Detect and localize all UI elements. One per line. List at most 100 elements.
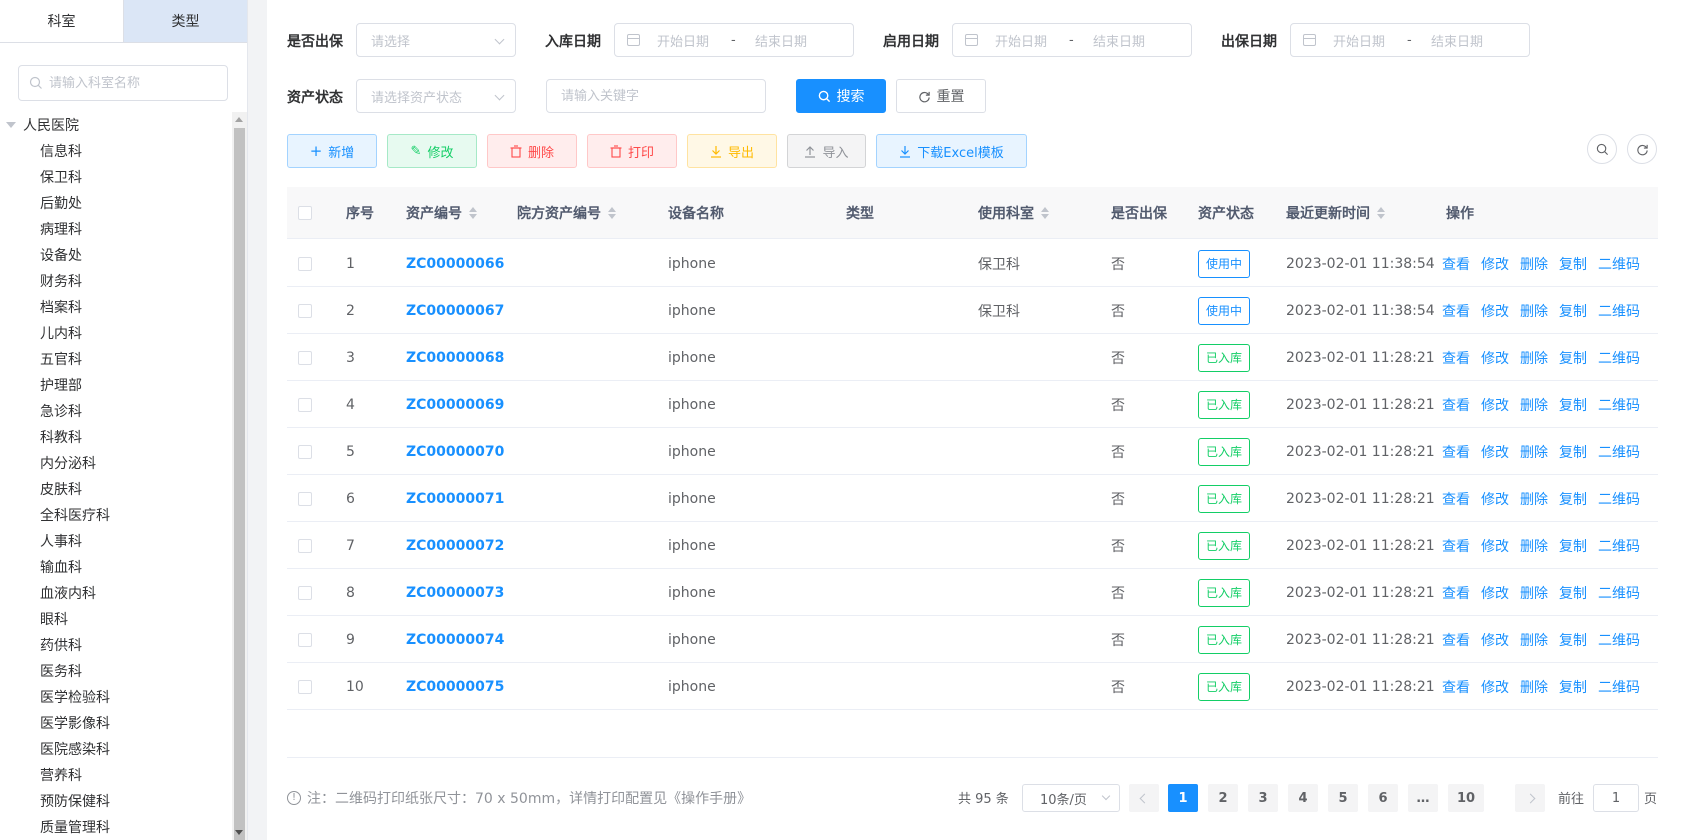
tree-item[interactable]: 人事科 (0, 528, 232, 554)
row-action-link[interactable]: 复制 (1559, 536, 1587, 556)
table-row[interactable]: 3 ZC00000068 iphone 否 已入库 2023-02-01 11:28:21… (287, 334, 1658, 381)
row-checkbox[interactable] (298, 256, 312, 271)
row-action-link[interactable]: 复制 (1559, 677, 1587, 697)
table-row[interactable]: 5 ZC00000070 iphone 否 已入库 2023-02-01 11:28:21… (287, 428, 1658, 475)
tree-item[interactable]: 医学影像科 (0, 710, 232, 736)
tree-item[interactable]: 急诊科 (0, 398, 232, 424)
row-action-link[interactable]: 修改 (1481, 583, 1509, 603)
row-action-link[interactable]: 复制 (1559, 489, 1587, 509)
row-action-link[interactable]: 删除 (1520, 677, 1548, 697)
tree-item[interactable]: 五官科 (0, 346, 232, 372)
search-button[interactable]: 搜索 (796, 79, 886, 113)
tree-item[interactable]: 科教科 (0, 424, 232, 450)
table-row[interactable]: 6 ZC00000071 iphone 否 已入库 2023-02-01 11:28:21… (287, 475, 1658, 522)
row-action-link[interactable]: 查看 (1442, 301, 1470, 321)
print-button[interactable]: 打印 (587, 134, 677, 168)
row-action-link[interactable]: 复制 (1559, 348, 1587, 368)
row-checkbox[interactable] (298, 632, 312, 647)
header-hospital-code[interactable]: 院方资产编号 (517, 187, 616, 239)
tree-item[interactable]: 全科医疗科 (0, 502, 232, 528)
sort-icon[interactable] (469, 207, 477, 219)
tree-item[interactable]: 病理科 (0, 216, 232, 242)
prev-page-button[interactable] (1129, 784, 1159, 812)
row-action-link[interactable]: 查看 (1442, 489, 1470, 509)
page-size-select[interactable]: 10条/页 (1022, 784, 1120, 812)
cell-asset-code-link[interactable]: ZC00000072 (406, 522, 504, 569)
cell-asset-code-link[interactable]: ZC00000069 (406, 381, 504, 428)
row-action-link[interactable]: 查看 (1442, 583, 1470, 603)
page-number-button[interactable]: 1 (1168, 784, 1198, 812)
table-row[interactable]: 8 ZC00000073 iphone 否 已入库 2023-02-01 11:28:21… (287, 569, 1658, 616)
sort-icon[interactable] (608, 207, 616, 219)
row-checkbox[interactable] (298, 585, 312, 600)
row-action-link[interactable]: 复制 (1559, 630, 1587, 650)
row-action-link[interactable]: 修改 (1481, 630, 1509, 650)
row-action-link[interactable]: 删除 (1520, 489, 1548, 509)
tree-item[interactable]: 质量管理科 (0, 814, 232, 840)
stock-date-range[interactable]: 开始日期 - 结束日期 (614, 23, 854, 57)
scroll-up-icon[interactable] (235, 117, 243, 122)
row-action-link[interactable]: 查看 (1442, 348, 1470, 368)
edit-button[interactable]: ✎ 修改 (387, 134, 477, 168)
tree-item[interactable]: 护理部 (0, 372, 232, 398)
row-action-link[interactable]: 删除 (1520, 536, 1548, 556)
tree-item[interactable]: 财务科 (0, 268, 232, 294)
table-row[interactable]: 10 ZC00000075 iphone 否 已入库 2023-02-01 11:28:2… (287, 663, 1658, 710)
tree-item[interactable]: 输血科 (0, 554, 232, 580)
page-number-button[interactable]: 4 (1288, 784, 1318, 812)
row-action-link[interactable]: 复制 (1559, 301, 1587, 321)
reset-button[interactable]: 重置 (896, 79, 986, 113)
tree-item[interactable]: 医务科 (0, 658, 232, 684)
tree-root[interactable]: 人民医院 (0, 112, 232, 138)
tree-item[interactable]: 预防保健科 (0, 788, 232, 814)
row-action-link[interactable]: 删除 (1520, 583, 1548, 603)
cell-asset-code-link[interactable]: ZC00000073 (406, 569, 504, 616)
header-updated[interactable]: 最近更新时间 (1286, 187, 1385, 239)
tree-item[interactable]: 内分泌科 (0, 450, 232, 476)
tree-item[interactable]: 营养科 (0, 762, 232, 788)
row-action-link[interactable]: 二维码 (1598, 583, 1640, 603)
row-action-link[interactable]: 二维码 (1598, 677, 1640, 697)
header-dept[interactable]: 使用科室 (978, 187, 1049, 239)
scrollbar-thumb[interactable] (234, 128, 245, 840)
row-checkbox[interactable] (298, 397, 312, 412)
tree-item[interactable]: 信息科 (0, 138, 232, 164)
row-action-link[interactable]: 修改 (1481, 348, 1509, 368)
cell-asset-code-link[interactable]: ZC00000067 (406, 287, 504, 334)
row-action-link[interactable]: 二维码 (1598, 301, 1640, 321)
caret-down-icon[interactable] (6, 122, 16, 128)
tree-item[interactable]: 医院感染科 (0, 736, 232, 762)
table-row[interactable]: 2 ZC00000067 iphone 保卫科 否 使用中 2023-02-01 11:38… (287, 287, 1658, 334)
row-action-link[interactable]: 删除 (1520, 395, 1548, 415)
scroll-down-icon[interactable] (235, 830, 243, 835)
goto-page-input[interactable] (1593, 784, 1639, 812)
row-action-link[interactable]: 二维码 (1598, 254, 1640, 274)
row-action-link[interactable]: 删除 (1520, 348, 1548, 368)
page-number-button[interactable]: 6 (1368, 784, 1398, 812)
row-action-link[interactable]: 二维码 (1598, 442, 1640, 462)
cell-asset-code-link[interactable]: ZC00000071 (406, 475, 504, 522)
tree-item[interactable]: 眼科 (0, 606, 232, 632)
enable-date-range[interactable]: 开始日期 - 结束日期 (952, 23, 1192, 57)
row-action-link[interactable]: 复制 (1559, 395, 1587, 415)
row-action-link[interactable]: 删除 (1520, 254, 1548, 274)
cell-asset-code-link[interactable]: ZC00000066 (406, 240, 504, 287)
tree-item[interactable]: 皮肤科 (0, 476, 232, 502)
status-select[interactable]: 请选择资产状态 (356, 79, 516, 113)
cell-asset-code-link[interactable]: ZC00000074 (406, 616, 504, 663)
row-action-link[interactable]: 二维码 (1598, 630, 1640, 650)
add-button[interactable]: + 新增 (287, 134, 377, 168)
row-checkbox[interactable] (298, 538, 312, 553)
tree-item[interactable]: 保卫科 (0, 164, 232, 190)
header-code[interactable]: 资产编号 (406, 187, 477, 239)
tree-item[interactable]: 档案科 (0, 294, 232, 320)
tree-item[interactable]: 医学检验科 (0, 684, 232, 710)
row-action-link[interactable]: 修改 (1481, 301, 1509, 321)
row-action-link[interactable]: 二维码 (1598, 348, 1640, 368)
cell-asset-code-link[interactable]: ZC00000075 (406, 663, 504, 710)
delete-button[interactable]: 删除 (487, 134, 577, 168)
sort-icon[interactable] (1377, 207, 1385, 219)
tree-item[interactable]: 设备处 (0, 242, 232, 268)
row-checkbox[interactable] (298, 491, 312, 506)
tree-item[interactable]: 后勤处 (0, 190, 232, 216)
